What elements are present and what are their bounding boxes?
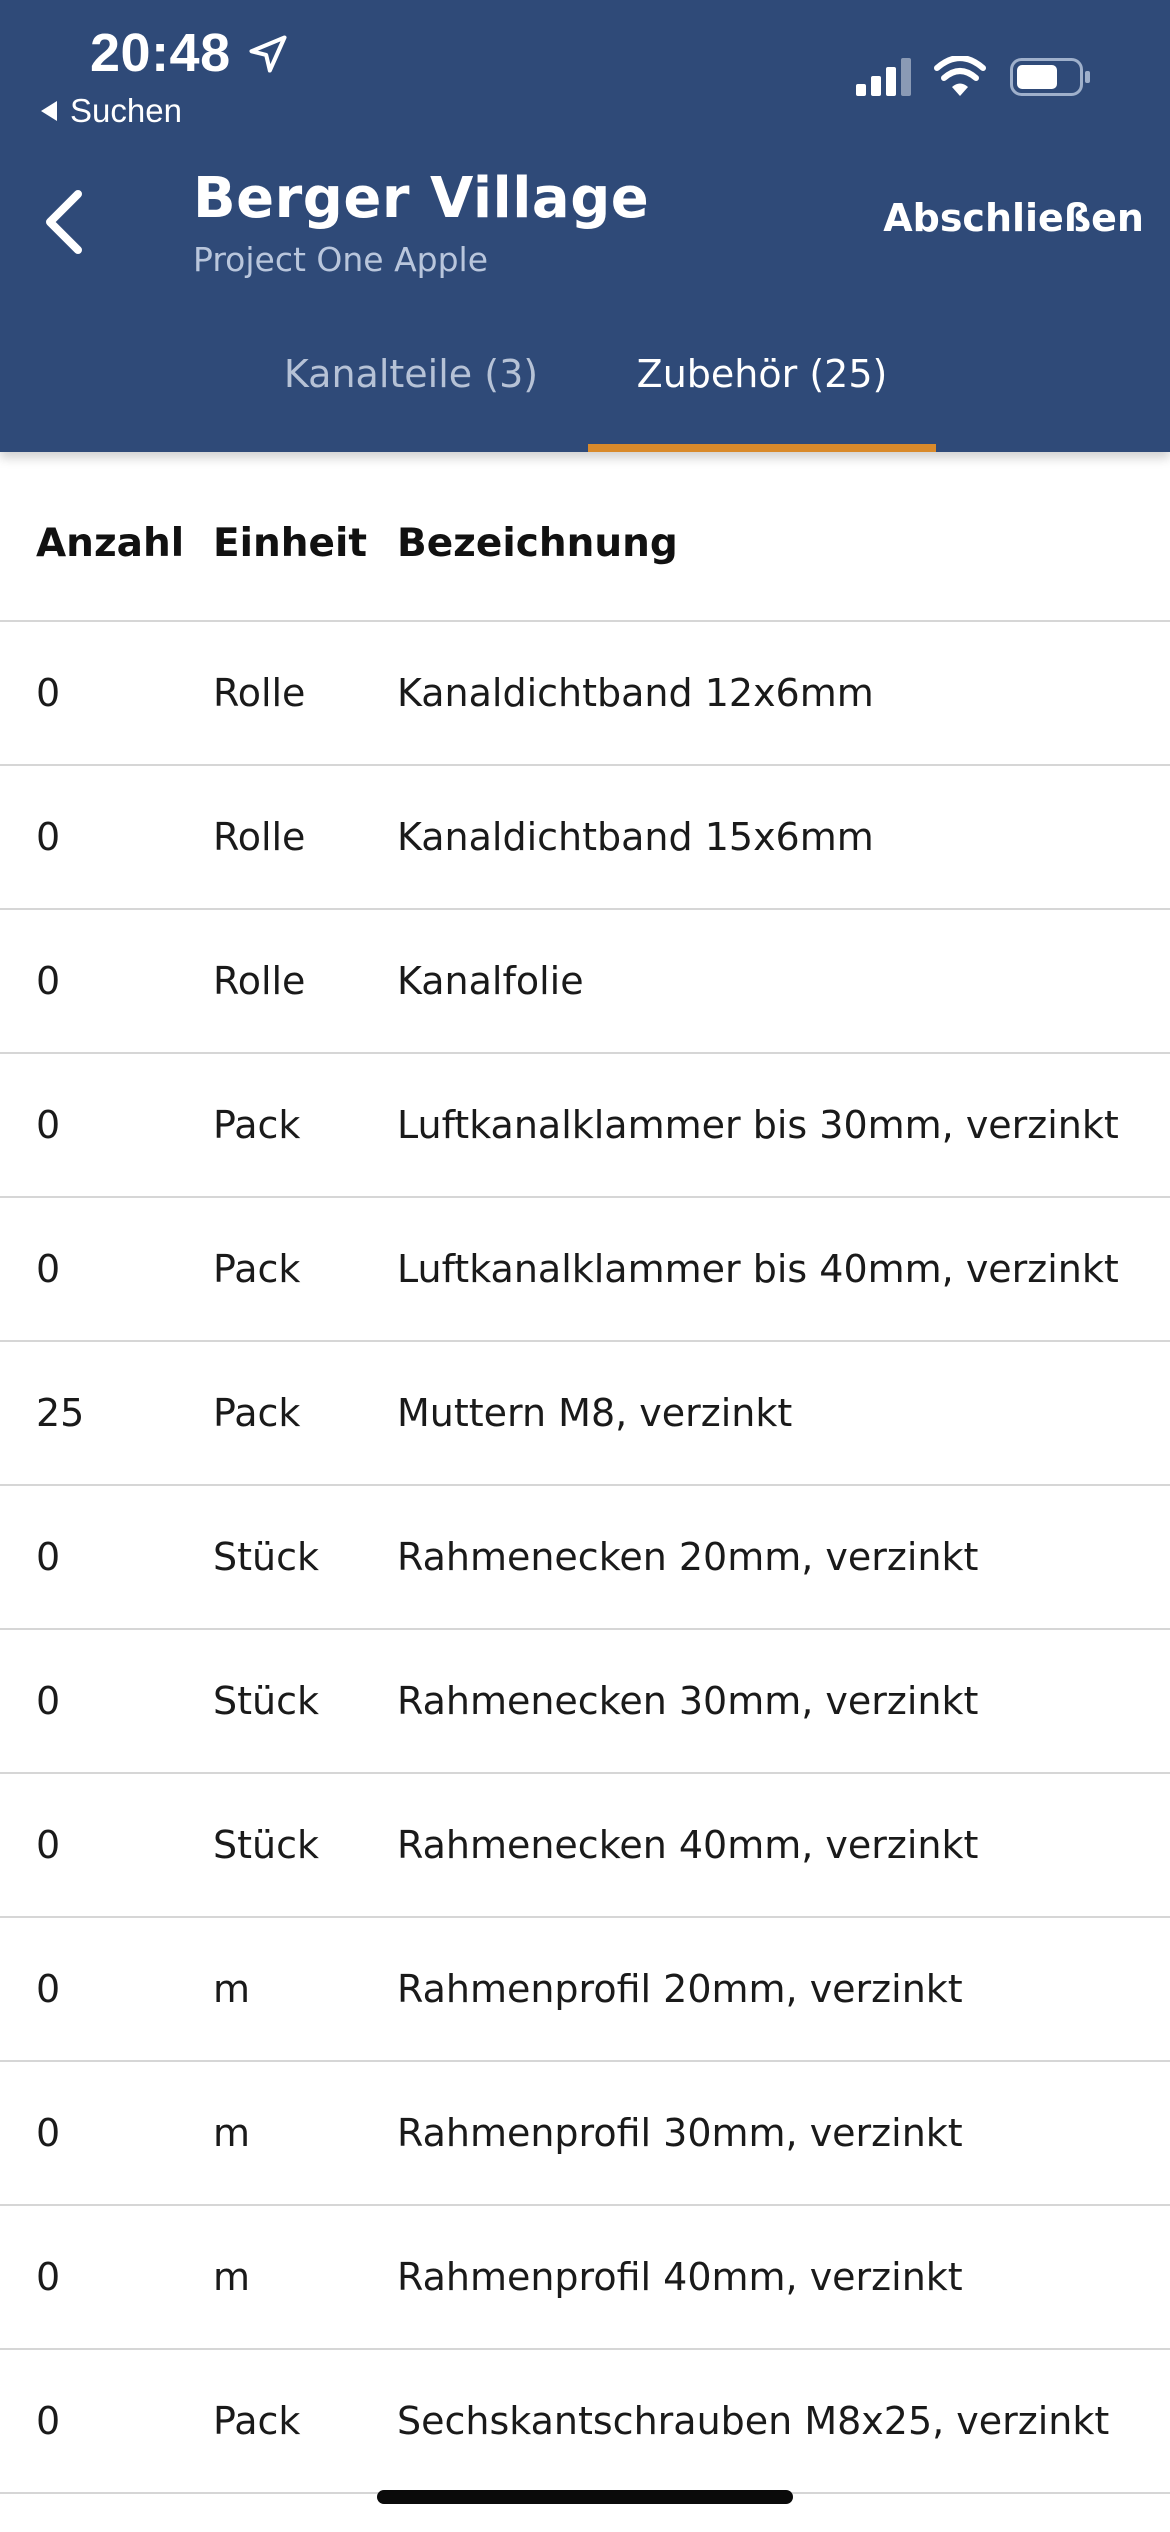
cell-anzahl: 0 [36, 2111, 61, 2155]
tab-bar: Kanalteile (3) Zubehör (25) [0, 340, 1170, 452]
cell-bezeichnung: Luftkanalklammer bis 40mm, verzinkt [397, 1247, 1119, 1291]
table-row[interactable]: 0 Pack Sechskantschrauben M8x25, verzink… [0, 2350, 1170, 2494]
cell-einheit: Pack [213, 1391, 301, 1435]
cell-anzahl: 0 [36, 2399, 61, 2443]
active-tab-indicator [588, 444, 936, 452]
cell-anzahl: 0 [36, 959, 61, 1003]
cell-einheit: Rolle [213, 815, 306, 859]
table-row[interactable]: 0 Rolle Kanaldichtband 15x6mm [0, 766, 1170, 910]
cell-einheit: m [213, 2255, 251, 2299]
cell-bezeichnung: Kanalfolie [397, 959, 584, 1003]
finish-button[interactable]: Abschließen [883, 196, 1144, 240]
wifi-icon [934, 56, 986, 96]
cell-bezeichnung: Rahmenprofil 40mm, verzinkt [397, 2255, 963, 2299]
table-header: Anzahl Einheit Bezeichnung [0, 452, 1170, 622]
back-triangle-icon [41, 101, 57, 121]
cell-bezeichnung: Luftkanalklammer bis 30mm, verzinkt [397, 1103, 1119, 1147]
cell-anzahl: 0 [36, 1679, 61, 1723]
cell-bezeichnung: Rahmenecken 20mm, verzinkt [397, 1535, 979, 1579]
back-app-label: Suchen [70, 92, 182, 129]
cell-bezeichnung: Kanaldichtband 15x6mm [397, 815, 874, 859]
app-header: 20:48 Suchen Berger Village Project One … [0, 0, 1170, 452]
cell-anzahl: 0 [36, 1247, 61, 1291]
cell-einheit: Rolle [213, 959, 306, 1003]
cell-einheit: m [213, 2111, 251, 2155]
cellular-signal-icon [856, 58, 911, 96]
cell-einheit: Stück [213, 1823, 320, 1867]
chevron-left-icon[interactable] [38, 186, 94, 258]
status-time: 20:48 [90, 23, 231, 83]
tab-zubehoer[interactable]: Zubehör (25) [588, 340, 936, 452]
cell-einheit: Rolle [213, 671, 306, 715]
home-indicator[interactable] [377, 2490, 793, 2504]
column-header-einheit: Einheit [213, 520, 368, 566]
location-arrow-icon [249, 35, 287, 73]
cell-einheit: Stück [213, 1535, 320, 1579]
cell-einheit: Pack [213, 1103, 301, 1147]
cell-bezeichnung: Rahmenprofil 20mm, verzinkt [397, 1967, 963, 2011]
table-row[interactable]: 0 Pack Luftkanalklammer bis 30mm, verzin… [0, 1054, 1170, 1198]
cell-anzahl: 0 [36, 1967, 61, 2011]
cell-bezeichnung: Kanaldichtband 12x6mm [397, 671, 874, 715]
accessories-table: Anzahl Einheit Bezeichnung 0 Rolle Kanal… [0, 452, 1170, 2494]
cell-bezeichnung: Sechskantschrauben M8x25, verzinkt [397, 2399, 1110, 2443]
cell-anzahl: 0 [36, 1535, 61, 1579]
cell-anzahl: 0 [36, 1103, 61, 1147]
page-title: Berger Village [193, 166, 650, 231]
cell-bezeichnung: Muttern M8, verzinkt [397, 1391, 793, 1435]
cell-einheit: Pack [213, 2399, 301, 2443]
cell-anzahl: 0 [36, 671, 61, 715]
cell-anzahl: 0 [36, 1823, 61, 1867]
table-row[interactable]: 0 Pack Luftkanalklammer bis 40mm, verzin… [0, 1198, 1170, 1342]
table-row[interactable]: 0 m Rahmenprofil 20mm, verzinkt [0, 1918, 1170, 2062]
table-row[interactable]: 0 m Rahmenprofil 40mm, verzinkt [0, 2206, 1170, 2350]
cell-bezeichnung: Rahmenprofil 30mm, verzinkt [397, 2111, 963, 2155]
table-row[interactable]: 0 m Rahmenprofil 30mm, verzinkt [0, 2062, 1170, 2206]
page-subtitle: Project One Apple [193, 240, 489, 279]
table-row[interactable]: 0 Stück Rahmenecken 20mm, verzinkt [0, 1486, 1170, 1630]
tab-kanalteile[interactable]: Kanalteile (3) [252, 340, 570, 452]
table-row[interactable]: 0 Rolle Kanalfolie [0, 910, 1170, 1054]
battery-icon [1010, 58, 1090, 96]
table-row[interactable]: 0 Stück Rahmenecken 40mm, verzinkt [0, 1774, 1170, 1918]
column-header-bezeichnung: Bezeichnung [397, 520, 678, 566]
table-row[interactable]: 0 Rolle Kanaldichtband 12x6mm [0, 622, 1170, 766]
cell-einheit: Stück [213, 1679, 320, 1723]
cell-anzahl: 25 [36, 1391, 85, 1435]
cell-bezeichnung: Rahmenecken 30mm, verzinkt [397, 1679, 979, 1723]
table-row[interactable]: 25 Pack Muttern M8, verzinkt [0, 1342, 1170, 1486]
back-to-app[interactable]: Suchen [38, 92, 182, 130]
cell-anzahl: 0 [36, 815, 61, 859]
cell-einheit: m [213, 1967, 251, 2011]
cell-anzahl: 0 [36, 2255, 61, 2299]
table-row[interactable]: 0 Stück Rahmenecken 30mm, verzinkt [0, 1630, 1170, 1774]
cell-bezeichnung: Rahmenecken 40mm, verzinkt [397, 1823, 979, 1867]
column-header-anzahl: Anzahl [36, 520, 185, 566]
cell-einheit: Pack [213, 1247, 301, 1291]
